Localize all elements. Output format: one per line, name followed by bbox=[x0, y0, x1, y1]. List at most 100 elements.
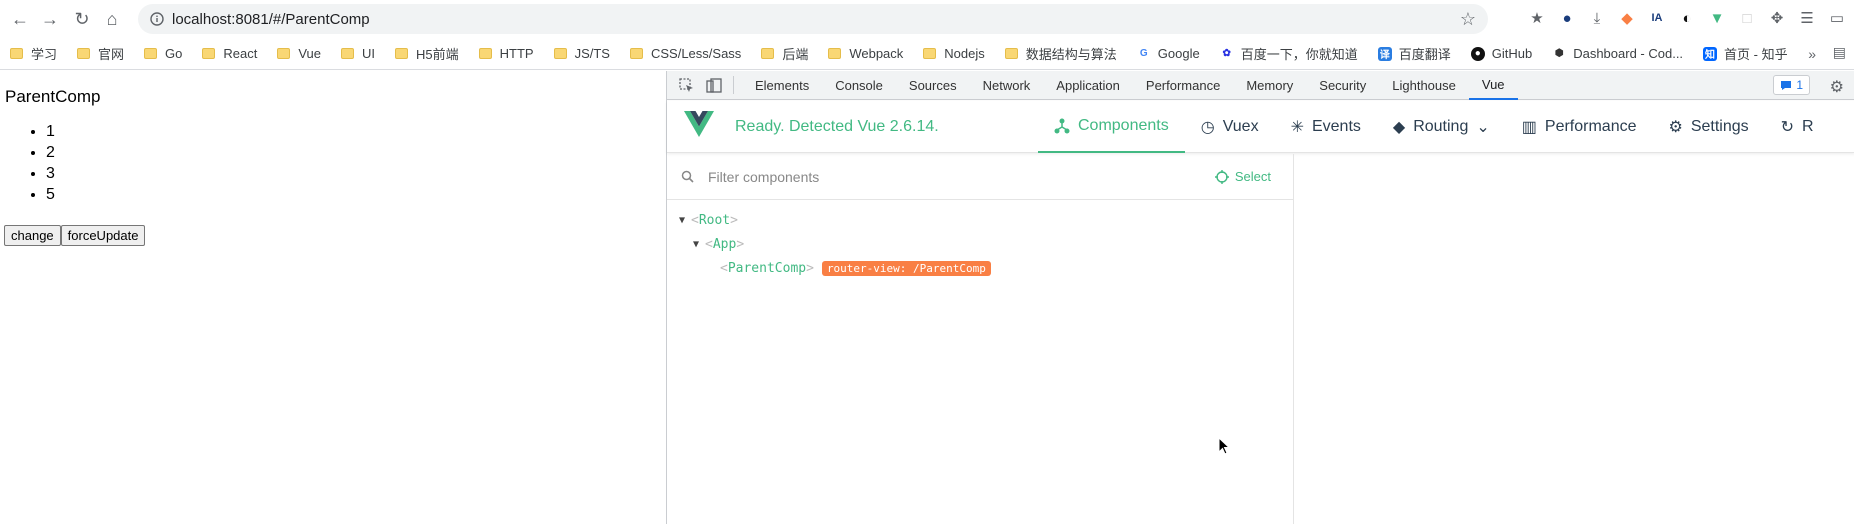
folder-icon bbox=[1004, 48, 1018, 59]
vue-tab-vuex[interactable]: ◷ Vuex bbox=[1185, 101, 1275, 153]
tab-network[interactable]: Network bbox=[970, 71, 1044, 100]
expand-arrow-icon[interactable]: ▼ bbox=[693, 239, 705, 250]
vue-logo-icon bbox=[684, 111, 714, 141]
tab-security[interactable]: Security bbox=[1306, 71, 1379, 100]
vue-tab-performance[interactable]: ▥ Performance bbox=[1506, 101, 1653, 153]
tab-performance[interactable]: Performance bbox=[1133, 71, 1233, 100]
check-circle-icon[interactable]: ● bbox=[1555, 6, 1579, 30]
inspect-element-icon[interactable] bbox=[673, 72, 699, 98]
vue-devtools-ext-icon[interactable]: ▼ bbox=[1705, 6, 1729, 30]
bookmark-baidu-translate[interactable]: 译百度翻译 bbox=[1377, 44, 1451, 63]
tab-memory[interactable]: Memory bbox=[1233, 71, 1306, 100]
bookmark-github[interactable]: ● GitHub bbox=[1470, 46, 1532, 61]
bookmark-dashboard[interactable]: ⬢ Dashboard - Cod... bbox=[1552, 46, 1683, 61]
bookmark-folder[interactable]: CSS/Less/Sass bbox=[629, 46, 741, 61]
components-icon bbox=[1054, 118, 1070, 134]
force-update-button[interactable]: forceUpdate bbox=[60, 225, 146, 246]
tab-sources[interactable]: Sources bbox=[896, 71, 970, 100]
more-bookmarks-button[interactable]: » bbox=[1808, 46, 1816, 62]
events-icon: ✳ bbox=[1290, 119, 1304, 136]
vue-tab-routing[interactable]: ◆ Routing ⌄ bbox=[1377, 101, 1506, 153]
mouse-cursor-icon bbox=[1218, 436, 1231, 458]
bookmark-folder[interactable]: Go bbox=[144, 46, 182, 61]
url-text: localhost:8081/#/ParentComp bbox=[172, 10, 370, 28]
tree-node-app[interactable]: ▼ < App > bbox=[667, 232, 1293, 256]
settings-icon: ⚙ bbox=[1668, 119, 1683, 136]
bookmark-folder[interactable]: Nodejs bbox=[923, 46, 985, 61]
vue-nav: Components ◷ Vuex ✳ Events ◆ Routing ⌄ ▥… bbox=[1038, 101, 1830, 153]
devtools-panel: Elements Console Sources Network Applica… bbox=[666, 71, 1854, 524]
bookmark-baidu[interactable]: ✿ 百度一下，你就知道 bbox=[1219, 44, 1358, 63]
blank-extension-icon[interactable]: □ bbox=[1735, 6, 1759, 30]
folder-icon bbox=[761, 48, 775, 59]
tab-application[interactable]: Application bbox=[1043, 71, 1133, 100]
issues-counter[interactable]: 1 bbox=[1773, 75, 1810, 95]
extensions-row: ★ ● ⤓ ◆ IA ◐ ▼ □ ✥ ☰ ▭ bbox=[1525, 6, 1849, 30]
vue-tab-refresh[interactable]: ↻ R bbox=[1765, 101, 1830, 153]
change-button[interactable]: change bbox=[4, 225, 61, 246]
vue-tab-events[interactable]: ✳ Events bbox=[1275, 101, 1377, 153]
bookmark-folder[interactable]: H5前端 bbox=[395, 44, 459, 63]
device-toolbar-icon[interactable] bbox=[701, 72, 727, 98]
tab-console[interactable]: Console bbox=[822, 71, 896, 100]
forward-arrow-icon[interactable]: → bbox=[36, 5, 64, 33]
number-list: 1 2 3 5 bbox=[28, 123, 55, 207]
github-icon: ● bbox=[1470, 46, 1485, 61]
ia-extension-icon[interactable]: IA bbox=[1645, 6, 1669, 30]
list-item: 5 bbox=[46, 186, 55, 207]
site-info-icon[interactable] bbox=[150, 12, 164, 26]
extension-orange-icon[interactable]: ◆ bbox=[1615, 6, 1639, 30]
address-bar[interactable]: localhost:8081/#/ParentComp ☆ bbox=[138, 4, 1488, 34]
tab-vue[interactable]: Vue bbox=[1468, 71, 1518, 100]
tab-elements[interactable]: Elements bbox=[742, 71, 822, 100]
side-panel-icon[interactable]: ▭ bbox=[1825, 6, 1849, 30]
google-icon: G bbox=[1136, 46, 1151, 61]
bookmark-folder[interactable]: HTTP bbox=[478, 46, 534, 61]
bookmark-folder[interactable]: 官网 bbox=[77, 44, 124, 63]
bookmark-folder[interactable]: 后端 bbox=[761, 44, 808, 63]
back-arrow-icon[interactable]: ← bbox=[6, 5, 34, 33]
performance-icon: ▥ bbox=[1521, 119, 1537, 136]
list-item: 3 bbox=[46, 165, 55, 186]
reload-icon[interactable]: ↻ bbox=[68, 5, 96, 33]
puzzle-icon[interactable]: ✥ bbox=[1765, 6, 1789, 30]
home-icon[interactable]: ⌂ bbox=[98, 5, 126, 33]
bookmark-star-icon[interactable]: ☆ bbox=[1460, 9, 1476, 30]
chevron-down-icon: ⌄ bbox=[1476, 119, 1490, 136]
folder-icon bbox=[395, 48, 408, 59]
vue-tab-components[interactable]: Components bbox=[1038, 101, 1185, 153]
bookmark-zhihu[interactable]: 知首页 - 知乎 bbox=[1703, 44, 1788, 63]
tab-lighthouse[interactable]: Lighthouse bbox=[1379, 71, 1469, 100]
list-item: 2 bbox=[46, 144, 55, 165]
tree-node-parentcomp[interactable]: < ParentComp > router-view: /ParentComp bbox=[667, 256, 1293, 280]
bookmark-folder[interactable]: React bbox=[202, 46, 257, 61]
vue-tab-settings[interactable]: ⚙ Settings bbox=[1652, 101, 1764, 153]
download-icon[interactable]: ⤓ bbox=[1585, 6, 1609, 30]
folder-icon bbox=[828, 48, 842, 59]
filter-bar: Filter components Select bbox=[667, 154, 1293, 200]
bookmark-folder[interactable]: UI bbox=[341, 46, 375, 61]
component-name: Root bbox=[698, 212, 731, 228]
bookmark-folder[interactable]: Vue bbox=[277, 46, 321, 61]
folder-icon bbox=[277, 48, 291, 59]
devtools-settings-icon[interactable]: ⚙ bbox=[1830, 77, 1844, 97]
bookmark-folder[interactable]: 学习 bbox=[10, 44, 57, 63]
history-icon: ◷ bbox=[1200, 119, 1215, 136]
star-list-icon[interactable]: ★ bbox=[1525, 6, 1549, 30]
reading-list-icon[interactable]: ☰ bbox=[1795, 6, 1819, 30]
bookmark-folder[interactable]: JS/TS bbox=[553, 46, 610, 61]
bookmark-folder[interactable]: 数据结构与算法 bbox=[1004, 44, 1117, 63]
bookmarks-bar: 学习 官网 Go React Vue UI H5前端 HTTP JS/TS CS… bbox=[0, 38, 1854, 70]
all-bookmarks-icon[interactable]: ▤ bbox=[1833, 44, 1846, 61]
bookmark-google[interactable]: G Google bbox=[1136, 46, 1200, 61]
select-component-button[interactable]: Select bbox=[1214, 169, 1271, 184]
target-icon bbox=[1214, 169, 1229, 184]
bookmark-folder[interactable]: Webpack bbox=[828, 46, 903, 61]
tree-node-root[interactable]: ▼ < Root > bbox=[667, 208, 1293, 232]
dark-mode-icon[interactable]: ◐ bbox=[1675, 6, 1699, 30]
expand-arrow-icon[interactable]: ▼ bbox=[679, 215, 691, 226]
filter-components-input[interactable]: Filter components bbox=[708, 169, 819, 185]
browser-toolbar: ← → ↻ ⌂ localhost:8081/#/ParentComp ☆ ★ … bbox=[0, 0, 1854, 38]
folder-icon bbox=[478, 48, 492, 59]
folder-icon bbox=[10, 48, 23, 59]
